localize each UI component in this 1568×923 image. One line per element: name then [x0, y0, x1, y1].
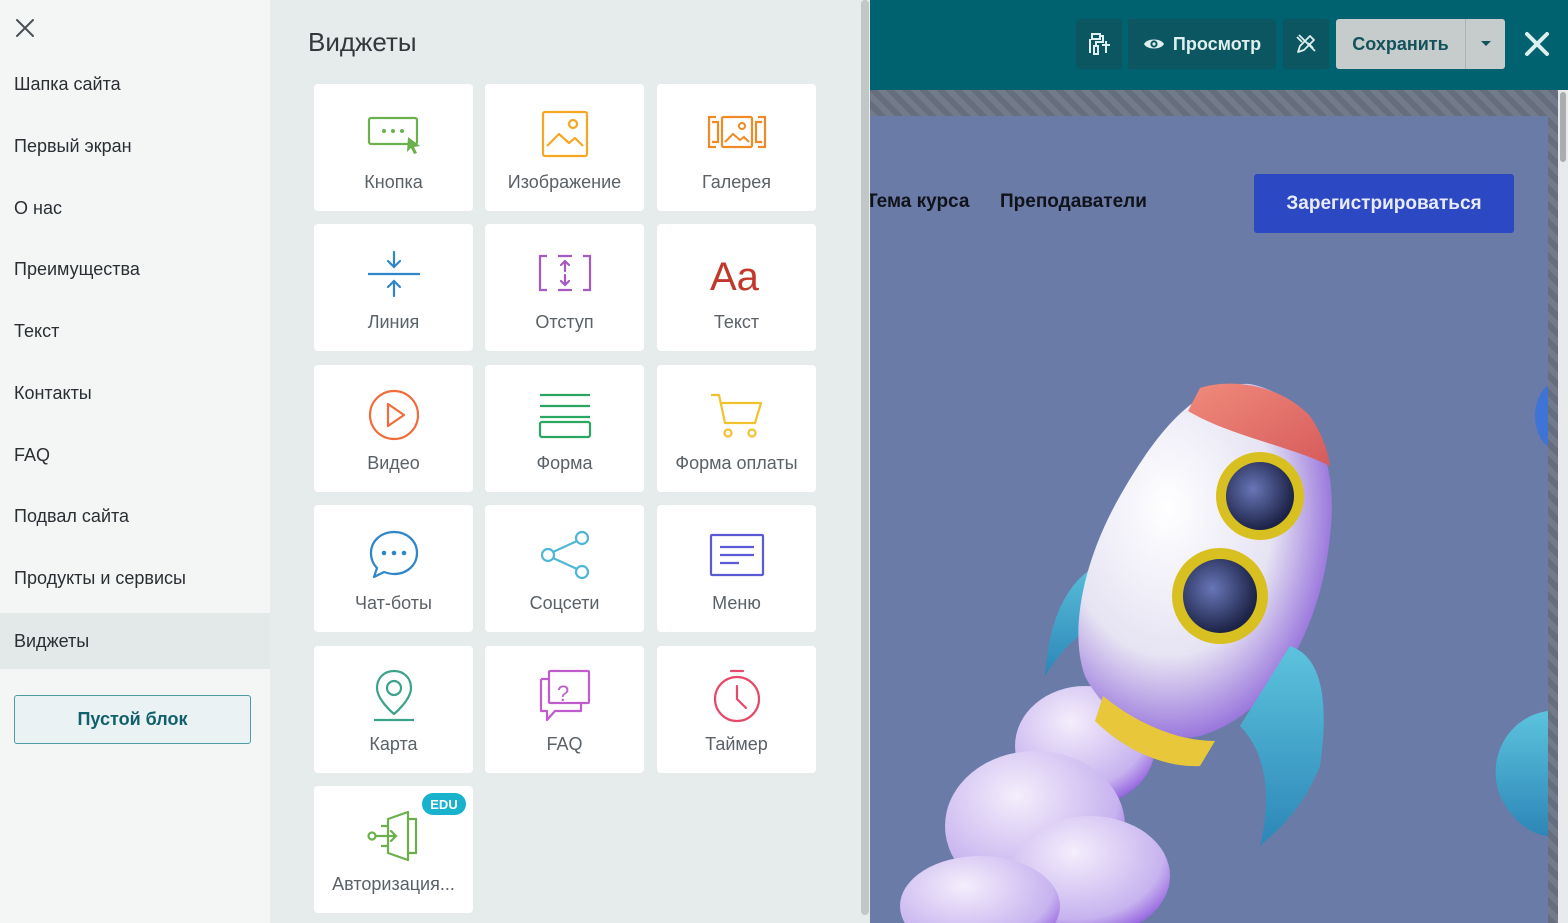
sidebar-item-label: Виджеты — [14, 630, 90, 651]
faq-icon: ? — [539, 669, 590, 722]
widget-label: Таймер — [705, 734, 768, 754]
sidebar-item-header[interactable]: Шапка сайта — [0, 56, 270, 112]
map-pin-icon — [373, 669, 414, 722]
cart-icon — [710, 393, 762, 438]
design-tools-button[interactable] — [1283, 19, 1329, 69]
preview-scrollbar[interactable] — [1558, 90, 1568, 923]
form-icon — [538, 393, 591, 439]
widget-tile-spacing[interactable]: Отступ — [485, 224, 644, 351]
widget-label: Линия — [367, 312, 420, 332]
preview-button[interactable]: Просмотр — [1128, 19, 1276, 69]
svg-text:?: ? — [557, 681, 569, 706]
sidebar-item-label: Продукты и сервисы — [14, 567, 186, 588]
close-icon[interactable] — [12, 15, 38, 41]
eye-icon — [1143, 39, 1164, 49]
widget-label: Изображение — [507, 172, 622, 192]
sidebar-item-label: О нас — [14, 197, 62, 218]
widget-tile-button[interactable]: Кнопка — [314, 84, 473, 211]
widget-tile-menu[interactable]: Меню — [657, 505, 816, 632]
widget-label: Галерея — [701, 172, 772, 192]
video-play-icon — [368, 389, 419, 441]
widgets-panel: Виджеты Кнопка Изображение Галерея Линия… — [270, 0, 870, 923]
widget-tile-payment-form[interactable]: Форма оплаты — [657, 365, 816, 492]
login-icon — [366, 810, 417, 862]
sidebar-item-contacts[interactable]: Контакты — [0, 365, 270, 421]
style-button[interactable] — [1076, 19, 1122, 69]
panel-scrollbar[interactable] — [860, 0, 870, 923]
widget-label: Меню — [712, 593, 761, 613]
chevron-down-icon — [1480, 41, 1491, 46]
sidebar-item-first-screen[interactable]: Первый экран — [0, 118, 270, 174]
spacing-icon — [538, 254, 591, 292]
rocket-illustration — [900, 383, 1548, 923]
save-button[interactable]: Сохранить — [1336, 19, 1505, 69]
sidebar-item-label: Контакты — [14, 382, 92, 403]
widget-tile-chatbots[interactable]: Чат-боты — [314, 505, 473, 632]
widget-label: Отступ — [535, 312, 594, 332]
widget-label: FAQ — [546, 734, 583, 754]
sidebar-item-label: Первый экран — [14, 135, 132, 156]
paint-roller-icon — [1089, 33, 1110, 55]
widget-label: Форма — [536, 453, 593, 473]
text-icon: Aa — [710, 255, 760, 299]
menu-icon — [709, 533, 764, 577]
widget-label: Видео — [367, 453, 420, 473]
widget-tile-map[interactable]: Карта — [314, 646, 473, 773]
widget-tile-image[interactable]: Изображение — [485, 84, 644, 211]
widget-label: Кнопка — [364, 172, 423, 192]
pencil-ruler-icon — [1296, 34, 1316, 53]
widget-tile-social[interactable]: Соцсети — [485, 505, 644, 632]
sidebar-item-products[interactable]: Продукты и сервисы — [0, 550, 270, 606]
register-button[interactable]: Зарегистрироваться — [1254, 174, 1514, 233]
site-preview-area: Тема курса Преподаватели Зарегистрироват… — [870, 90, 1568, 923]
sidebar-item-text[interactable]: Текст — [0, 303, 270, 359]
widget-label: Текст — [713, 312, 760, 332]
widget-tile-video[interactable]: Видео — [314, 365, 473, 492]
widget-tile-line[interactable]: Линия — [314, 224, 473, 351]
sidebar-item-label: Шапка сайта — [14, 73, 121, 94]
sidebar-item-label: Преимущества — [14, 258, 140, 279]
share-icon — [540, 530, 589, 580]
sidebar-item-label: Текст — [14, 320, 60, 341]
save-label[interactable]: Сохранить — [1336, 19, 1466, 69]
preview-scrollbar-thumb[interactable] — [1560, 92, 1566, 162]
widget-label: Карта — [369, 734, 418, 754]
sidebar: Шапка сайта Первый экран О нас Преимущес… — [0, 0, 270, 923]
widget-label: Чат-боты — [355, 593, 432, 613]
sidebar-item-footer[interactable]: Подвал сайта — [0, 488, 270, 544]
widget-label: Соцсети — [529, 593, 600, 613]
site-nav-link-teachers[interactable]: Преподаватели — [1000, 191, 1147, 213]
widget-tile-gallery[interactable]: Галерея — [657, 84, 816, 211]
button-widget-icon — [367, 116, 420, 154]
widget-tile-timer[interactable]: Таймер — [657, 646, 816, 773]
panel-scrollbar-thumb[interactable] — [861, 0, 869, 915]
site-nav-link-course-topic[interactable]: Тема курса — [870, 191, 969, 213]
sidebar-item-label: FAQ — [14, 444, 51, 465]
sidebar-item-widgets[interactable]: Виджеты — [0, 613, 270, 669]
editor-topbar: Просмотр Сохранить — [870, 0, 1568, 90]
widget-tile-faq[interactable]: ? FAQ — [485, 646, 644, 773]
image-icon — [541, 110, 588, 158]
sidebar-item-advantages[interactable]: Преимущества — [0, 241, 270, 297]
svg-text:Aa: Aa — [710, 255, 760, 299]
close-editor-icon[interactable] — [1522, 29, 1552, 59]
edu-badge: EDU — [422, 793, 466, 815]
preview-label: Просмотр — [1172, 33, 1262, 54]
gallery-icon — [707, 115, 766, 149]
timer-icon — [713, 669, 760, 723]
sidebar-item-faq[interactable]: FAQ — [0, 427, 270, 483]
panel-title: Виджеты — [308, 27, 417, 57]
widget-tile-authorization[interactable]: EDU Авторизация... — [314, 786, 473, 913]
save-options-dropdown[interactable] — [1466, 19, 1505, 69]
line-icon — [367, 250, 420, 298]
empty-block-button[interactable]: Пустой блок — [14, 695, 251, 744]
chat-bubble-icon — [369, 530, 418, 579]
sidebar-item-about[interactable]: О нас — [0, 180, 270, 236]
site-first-screen: Тема курса Преподаватели Зарегистрироват… — [870, 116, 1548, 923]
widget-tile-form[interactable]: Форма — [485, 365, 644, 492]
widget-tile-text[interactable]: Aa Текст — [657, 224, 816, 351]
sidebar-item-label: Подвал сайта — [14, 505, 130, 526]
widget-label: Форма оплаты — [675, 453, 798, 473]
widget-label: Авторизация... — [332, 874, 455, 894]
